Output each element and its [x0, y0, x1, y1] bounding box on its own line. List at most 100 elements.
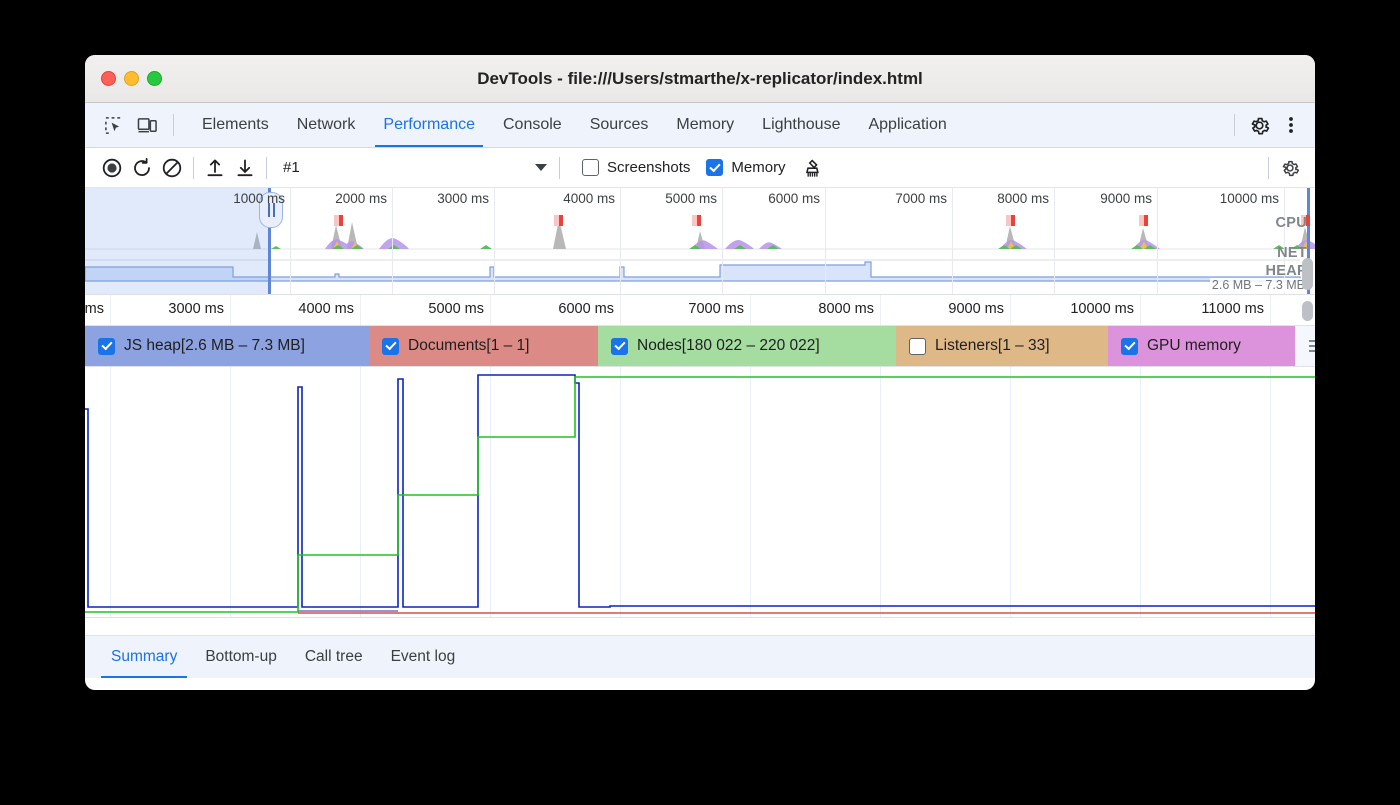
overview-tick-label: 8000 ms	[997, 191, 1054, 206]
tab-elements[interactable]: Elements	[188, 103, 283, 147]
window-controls	[101, 71, 162, 86]
overview-tick	[722, 188, 723, 294]
btab-label: Bottom-up	[205, 648, 277, 666]
overview-tick	[1054, 188, 1055, 294]
overview-tick	[1157, 188, 1158, 294]
overview-tick	[290, 188, 291, 294]
btab-label: Summary	[111, 648, 177, 666]
ruler-scroll-thumb[interactable]	[1302, 301, 1313, 321]
overview-tick-label: 3000 ms	[437, 191, 494, 206]
chart-series-layer	[85, 367, 1315, 617]
tab-call-tree[interactable]: Call tree	[291, 636, 377, 678]
capture-settings-gear-icon[interactable]	[1275, 154, 1305, 182]
performance-toolbar: #1 Screenshots Memory	[85, 148, 1315, 188]
legend-item-listeners[interactable]: Listeners[1 – 33]	[896, 326, 1108, 366]
screenshots-label: Screenshots	[607, 159, 690, 176]
tab-label: Sources	[590, 116, 649, 134]
tab-label: Console	[503, 116, 562, 134]
frame-marker	[692, 215, 701, 226]
ruler-tick	[360, 295, 361, 325]
heap-range-label: 2.6 MB – 7.3 MB	[1210, 278, 1307, 292]
tab-sources[interactable]: Sources	[576, 103, 663, 147]
memory-counters-chart[interactable]	[85, 367, 1315, 618]
window-title: DevTools - file:///Users/stmarthe/x-repl…	[85, 69, 1315, 89]
save-profile-icon[interactable]	[230, 154, 260, 182]
tabbar-actions	[1228, 112, 1315, 138]
overview-tick-label: 4000 ms	[563, 191, 620, 206]
record-icon[interactable]	[97, 154, 127, 182]
ruler-tick-label: 6000 ms	[558, 301, 620, 317]
screenshots-checkbox[interactable]: Screenshots	[582, 159, 690, 176]
counters-legend: JS heap[2.6 MB – 7.3 MB] Documents[1 – 1…	[85, 326, 1315, 367]
tabbar-tools	[85, 112, 188, 138]
ruler-tick	[1140, 295, 1141, 325]
profile-select-value: #1	[283, 159, 300, 176]
tab-application[interactable]: Application	[854, 103, 960, 147]
tab-label: Network	[297, 116, 356, 134]
overview-tick-label: 10000 ms	[1220, 191, 1284, 206]
timeline-overview[interactable]: 1000 ms2000 ms3000 ms4000 ms5000 ms6000 …	[85, 188, 1315, 295]
tab-lighthouse[interactable]: Lighthouse	[748, 103, 854, 147]
details-tabs: Summary Bottom-up Call tree Event log	[85, 635, 1315, 678]
ruler-tick-label: 4000 ms	[298, 301, 360, 317]
legend-item-nodes[interactable]: Nodes[180 022 – 220 022]	[598, 326, 896, 366]
overview-tick	[494, 188, 495, 294]
ruler-tick	[620, 295, 621, 325]
ruler-tick-label: 9000 ms	[948, 301, 1010, 317]
tab-console[interactable]: Console	[489, 103, 576, 147]
js-heap-label: JS heap[2.6 MB – 7.3 MB]	[124, 337, 305, 355]
tab-memory[interactable]: Memory	[662, 103, 748, 147]
overview-tick-label: 6000 ms	[768, 191, 825, 206]
tab-label: Elements	[202, 116, 269, 134]
ruler-tick-label: 10000 ms	[1070, 301, 1140, 317]
perfbar-actions	[1262, 154, 1315, 182]
memory-label: Memory	[731, 159, 785, 176]
overview-tick	[620, 188, 621, 294]
ruler-tick	[1270, 295, 1271, 325]
nodes-label: Nodes[180 022 – 220 022]	[637, 337, 820, 355]
tab-bottom-up[interactable]: Bottom-up	[191, 636, 291, 678]
listeners-checkbox	[909, 338, 926, 355]
btab-label: Event log	[391, 648, 456, 666]
perfbar-divider-3	[559, 157, 560, 179]
devtools-tabbar: Elements Network Performance Console Sou…	[85, 103, 1315, 148]
gear-icon[interactable]	[1245, 112, 1273, 138]
tab-event-log[interactable]: Event log	[377, 636, 470, 678]
chart-series-gpu-memory	[85, 377, 1315, 612]
memory-checkbox-box	[706, 159, 723, 176]
frame-marker	[1006, 215, 1015, 226]
reload-and-record-icon[interactable]	[127, 154, 157, 182]
collect-garbage-icon[interactable]	[800, 154, 830, 182]
lane-label-heap: HEAP	[1266, 263, 1308, 279]
overview-scroll-thumb[interactable]	[1302, 258, 1313, 290]
frame-marker	[1139, 215, 1148, 226]
ruler-tick-label: 5000 ms	[428, 301, 490, 317]
tab-summary[interactable]: Summary	[97, 636, 191, 678]
legend-item-js-heap[interactable]: JS heap[2.6 MB – 7.3 MB]	[85, 326, 369, 366]
close-button[interactable]	[101, 71, 116, 86]
profile-select[interactable]: #1	[283, 155, 553, 181]
tab-performance[interactable]: Performance	[369, 103, 489, 147]
ruler-tick	[230, 295, 231, 325]
overview-tick	[392, 188, 393, 294]
inspect-element-icon[interactable]	[99, 112, 127, 138]
perfbar-divider-4	[1268, 157, 1269, 179]
overview-tick-label: 1000 ms	[233, 191, 290, 206]
kebab-menu-icon[interactable]	[1277, 112, 1305, 138]
minimize-button[interactable]	[124, 71, 139, 86]
tab-network[interactable]: Network	[283, 103, 370, 147]
documents-label: Documents[1 – 1]	[408, 337, 529, 355]
maximize-button[interactable]	[147, 71, 162, 86]
load-profile-icon[interactable]	[200, 154, 230, 182]
tabbar-divider	[173, 114, 174, 136]
clear-icon[interactable]	[157, 154, 187, 182]
legend-item-gpu-memory[interactable]: GPU memory	[1108, 326, 1295, 366]
legend-item-documents[interactable]: Documents[1 – 1]	[369, 326, 598, 366]
memory-checkbox[interactable]: Memory	[706, 159, 785, 176]
counters-menu-icon[interactable]	[1295, 326, 1315, 366]
tab-label: Lighthouse	[762, 116, 840, 134]
details-pane: Summary Bottom-up Call tree Event log	[85, 618, 1315, 678]
frame-marker	[554, 215, 563, 226]
overview-tick-label: 2000 ms	[335, 191, 392, 206]
device-toolbar-icon[interactable]	[133, 112, 161, 138]
